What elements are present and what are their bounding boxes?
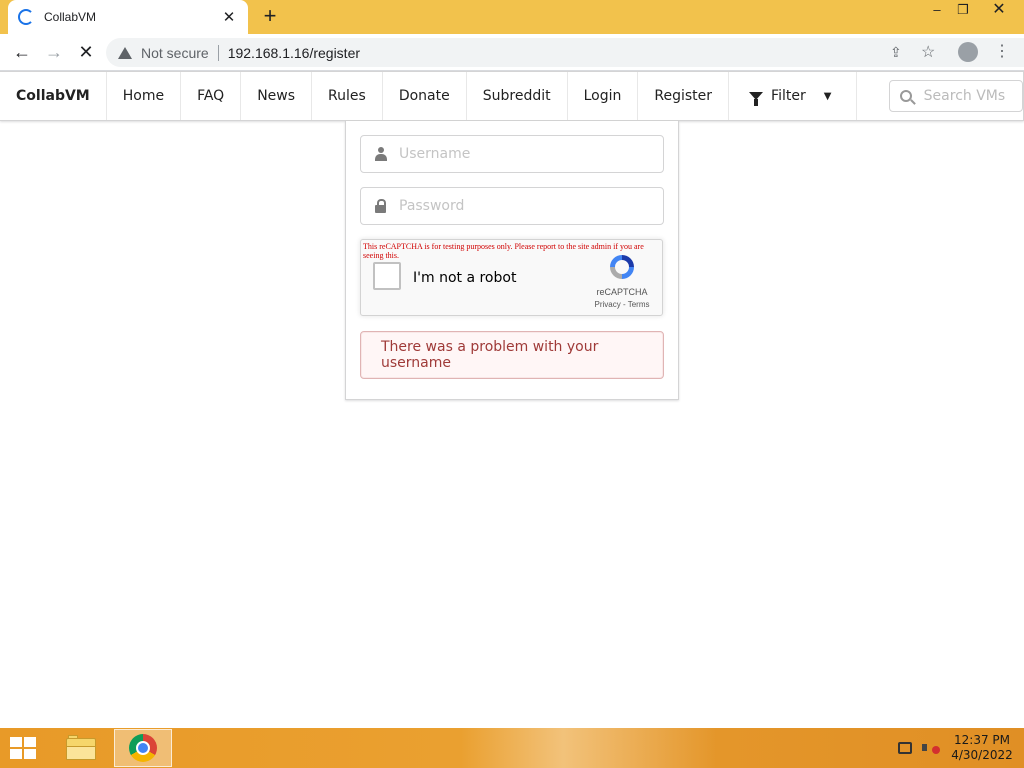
nav-item-faq[interactable]: FAQ	[181, 72, 242, 120]
profile-icon[interactable]	[958, 42, 978, 62]
nav-item-donate[interactable]: Donate	[383, 72, 467, 120]
filter-icon	[749, 92, 764, 106]
browser-toolbar: ← → ✕ Not secure 192.168.1.16/register ⇪…	[0, 34, 1024, 71]
window-restore-button[interactable]: ❐	[946, 0, 980, 22]
loading-spinner-icon	[18, 9, 34, 25]
nav-item-login[interactable]: Login	[568, 72, 639, 120]
security-status[interactable]: Not secure	[141, 45, 209, 61]
user-icon	[375, 147, 387, 161]
warning-icon	[118, 46, 132, 59]
nav-item-news[interactable]: News	[241, 72, 313, 120]
windows-logo-icon[interactable]	[10, 737, 38, 759]
username-error-message: There was a problem with your username	[360, 331, 664, 379]
nav-item-subreddit[interactable]: Subreddit	[467, 72, 568, 120]
network-icon[interactable]	[898, 742, 912, 754]
chrome-taskbar-button[interactable]	[114, 729, 172, 767]
register-form-card: This reCAPTCHA is for testing purposes o…	[345, 121, 679, 400]
nav-item-rules[interactable]: Rules	[312, 72, 383, 120]
volume-muted-icon[interactable]	[922, 740, 940, 756]
nav-item-register[interactable]: Register	[638, 72, 730, 120]
recaptcha-privacy-terms-links[interactable]: Privacy - Terms	[581, 300, 663, 309]
chevron-down-icon: ▼	[823, 90, 832, 102]
recaptcha-checkbox[interactable]	[373, 262, 401, 290]
taskbar-clock[interactable]: 12:37 PM 4/30/2022	[944, 733, 1020, 763]
forward-button[interactable]: →	[42, 40, 66, 64]
back-button[interactable]: ←	[10, 40, 34, 64]
site-brand[interactable]: CollabVM	[0, 72, 107, 120]
chrome-icon	[129, 734, 157, 762]
search-placeholder: Search VMs	[923, 88, 1006, 104]
clock-time: 12:37 PM	[954, 733, 1010, 747]
recaptcha-label: I'm not a robot	[413, 270, 517, 286]
clock-date: 4/30/2022	[951, 748, 1013, 762]
password-field[interactable]	[360, 187, 664, 225]
url-text[interactable]: 192.168.1.16/register	[228, 45, 360, 61]
new-tab-button[interactable]: +	[258, 5, 282, 29]
recaptcha-brand: reCAPTCHA	[596, 287, 648, 297]
username-input[interactable]	[399, 146, 649, 162]
star-icon[interactable]: ☆	[921, 42, 935, 62]
filter-label: Filter	[771, 88, 806, 104]
menu-icon[interactable]: ⋮	[994, 41, 1010, 61]
window-close-button[interactable]: ✕	[982, 0, 1016, 22]
recaptcha-logo-icon	[610, 255, 634, 279]
share-icon[interactable]: ⇪	[890, 44, 902, 61]
browser-tab[interactable]: CollabVM ✕	[8, 0, 248, 34]
password-input[interactable]	[399, 198, 649, 214]
site-navbar: CollabVM Home FAQ News Rules Donate Subr…	[0, 71, 1024, 121]
search-vms-input[interactable]: Search VMs	[888, 80, 1023, 112]
lock-icon	[375, 199, 386, 213]
omnibox-divider	[217, 44, 219, 61]
tab-close-icon[interactable]: ✕	[220, 8, 238, 26]
recaptcha-widget: This reCAPTCHA is for testing purposes o…	[360, 239, 663, 316]
stop-loading-button[interactable]: ✕	[74, 40, 98, 64]
username-field[interactable]	[360, 135, 664, 173]
browser-titlebar: CollabVM ✕ + – ❐ ✕	[0, 0, 1024, 34]
file-explorer-icon[interactable]	[62, 732, 100, 764]
address-bar[interactable]: Not secure 192.168.1.16/register ⇪ ☆ ⋮	[106, 38, 1024, 67]
search-icon	[899, 90, 912, 102]
filter-dropdown[interactable]: Filter ▼	[729, 72, 857, 120]
tab-title: CollabVM	[44, 10, 97, 24]
nav-item-home[interactable]: Home	[107, 72, 182, 120]
windows-taskbar: 12:37 PM 4/30/2022	[0, 728, 1024, 768]
